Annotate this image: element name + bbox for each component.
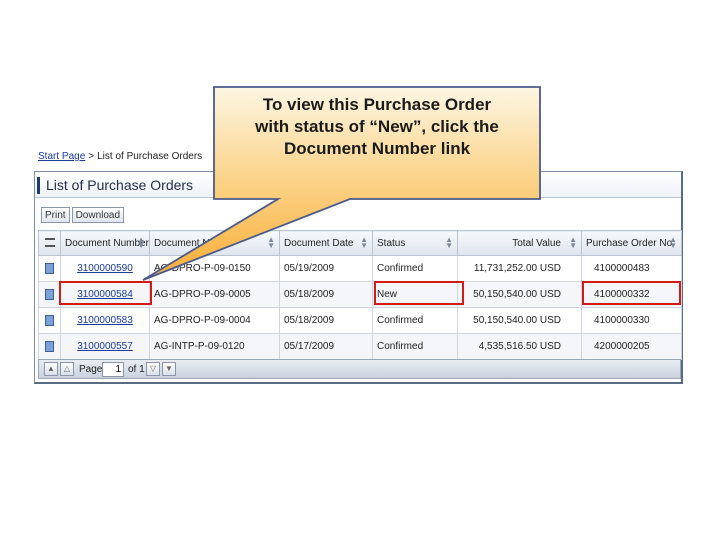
callout-line: To view this Purchase Order — [262, 95, 492, 114]
callout-text: To view this Purchase Order with status … — [214, 94, 540, 160]
callout-line: Document Number link — [283, 139, 471, 158]
callout-line: with status of “New”, click the — [255, 117, 499, 136]
callout-shape — [142, 86, 541, 281]
